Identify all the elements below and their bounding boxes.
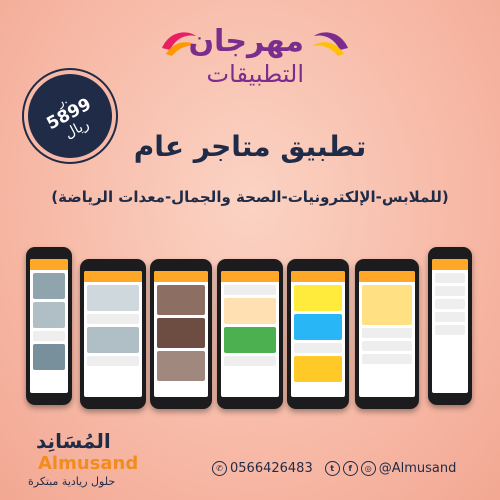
swirl-right-icon	[312, 32, 348, 56]
phone-mockup-2	[80, 259, 146, 409]
subheadline: (للملابس-الإلكترونيات-الصحة والجمال-معدا…	[51, 188, 449, 206]
phone-number: 0566426483	[230, 461, 313, 476]
brand-tagline: حلول ريادية مبتكرة	[28, 475, 116, 488]
phone-mockup-5	[287, 259, 349, 409]
phone-mockup-4	[217, 259, 283, 409]
twitter-icon: t	[324, 461, 340, 476]
contact-info: ✆ 0566426483 t f ◎ @Almusand	[212, 461, 456, 476]
facebook-icon: f	[342, 461, 358, 476]
footer: المُسَانِد Almusand حلول ريادية مبتكرة ✆…	[0, 425, 500, 500]
social-handle: @Almusand	[378, 461, 457, 476]
brand-name-arabic: المُسَانِد	[36, 429, 111, 453]
phone-mockup-7	[428, 247, 472, 405]
headline: تطبيق متاجر عام	[133, 130, 367, 163]
app-festival-logo: مهرجان التطبيقات	[150, 22, 350, 92]
phone-mockup-6	[355, 259, 419, 409]
phone-mockup-1	[26, 247, 72, 405]
logo-line1: مهرجان	[188, 24, 304, 59]
brand-name-english: Almusand	[38, 453, 139, 474]
promo-banner: مهرجان التطبيقات ر. 5899 ريال تطبيق متاج…	[0, 0, 500, 500]
whatsapp-icon: ✆	[212, 461, 227, 476]
instagram-icon: ◎	[360, 461, 376, 476]
logo-line2: التطبيقات	[206, 60, 304, 88]
phone-mockup-3	[150, 259, 212, 409]
phone-mockups	[0, 245, 500, 415]
